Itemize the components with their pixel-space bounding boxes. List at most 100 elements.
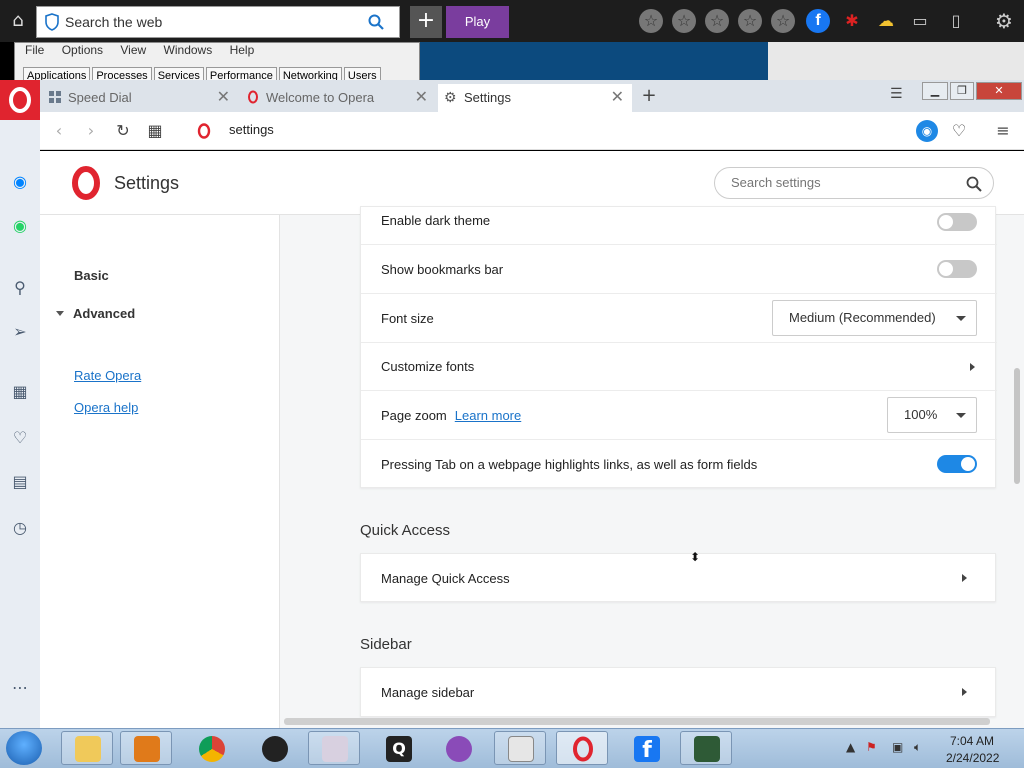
opera-help-link[interactable]: Opera help <box>74 400 138 415</box>
search-settings-input[interactable] <box>731 175 951 190</box>
document-icon <box>508 736 534 762</box>
favorite-star-icon[interactable]: ☆ <box>771 9 795 33</box>
taskbar-media-player[interactable] <box>120 731 172 765</box>
new-tab-button[interactable]: + <box>638 84 660 108</box>
menu-help[interactable]: Help <box>230 43 255 57</box>
flag-icon[interactable]: ⚑ <box>866 740 877 754</box>
opera-icon <box>573 736 593 762</box>
taskbar-explorer[interactable] <box>61 731 113 765</box>
bookmarks-bar-toggle[interactable] <box>937 260 977 278</box>
address-field[interactable]: settings <box>229 122 274 137</box>
manage-quick-access-label: Manage Quick Access <box>381 571 510 586</box>
customize-fonts-label: Customize fonts <box>381 359 475 374</box>
manage-sidebar-label: Manage sidebar <box>381 685 475 700</box>
news-icon[interactable]: ▤ <box>8 470 32 494</box>
nav-basic[interactable]: Basic <box>74 268 109 283</box>
page-title: Settings <box>114 173 180 193</box>
nav-advanced[interactable]: Advanced <box>73 306 135 321</box>
home-icon[interactable]: ⌂ <box>6 9 30 33</box>
settings-menu-icon[interactable]: ≡ <box>992 120 1014 142</box>
font-size-row: Font size Medium (Recommended) <box>361 294 997 343</box>
taskbar-notepad[interactable] <box>494 731 546 765</box>
add-button[interactable]: + <box>410 6 442 38</box>
bookmarks-bar-label: Show bookmarks bar <box>381 262 504 277</box>
gear-icon: ⚙ <box>444 89 457 105</box>
tab-highlight-label: Pressing Tab on a webpage highlights lin… <box>381 457 758 472</box>
forward-icon[interactable]: › <box>80 120 102 142</box>
close-icon[interactable]: ✕ <box>217 84 230 112</box>
taskbar-chrome[interactable] <box>185 731 237 765</box>
taskbar-app[interactable] <box>248 731 300 765</box>
vertical-scrollbar[interactable] <box>1014 368 1020 484</box>
taskbar-facebook[interactable]: f <box>620 731 672 765</box>
tab-speed-dial[interactable]: Speed Dial ✕ <box>42 84 238 112</box>
close-icon[interactable]: ✕ <box>611 84 624 112</box>
weather-icon[interactable]: ☁ <box>874 9 898 33</box>
more-icon[interactable]: ⋯ <box>8 676 32 700</box>
customize-fonts-row[interactable]: Customize fonts <box>361 343 997 391</box>
taskbar-image[interactable] <box>308 731 360 765</box>
folder-icon[interactable]: ▭ <box>908 9 932 33</box>
search-icon[interactable] <box>367 13 385 31</box>
font-size-value: Medium (Recommended) <box>789 310 936 325</box>
maximize-button[interactable]: ❐ <box>950 82 974 100</box>
play-button[interactable]: Play <box>446 6 509 38</box>
horizontal-scrollbar[interactable] <box>284 718 990 725</box>
minimize-button[interactable]: ▁ <box>922 82 948 100</box>
search-settings-box[interactable] <box>714 167 994 199</box>
heart-icon[interactable]: ♡ <box>948 120 970 142</box>
tab-menu-icon[interactable]: ☰ <box>890 86 910 106</box>
trash-icon[interactable]: ▯ <box>944 9 968 33</box>
task-manager-menu: File Options View Windows Help <box>25 43 268 57</box>
quick-access-card[interactable]: Manage Quick Access <box>360 553 996 602</box>
close-window-button[interactable]: ✕ <box>976 82 1022 100</box>
history-icon[interactable]: ◷ <box>8 516 32 540</box>
speed-dial-icon[interactable]: ▦ <box>144 120 166 142</box>
menu-windows[interactable]: Windows <box>164 43 213 57</box>
favorite-star-icon[interactable]: ☆ <box>639 9 663 33</box>
opera-menu-button[interactable] <box>0 80 40 120</box>
clock-date[interactable]: 2/24/2022 <box>946 751 999 765</box>
rate-opera-link[interactable]: Rate Opera <box>74 368 141 383</box>
learn-more-link[interactable]: Learn more <box>455 408 521 423</box>
back-icon[interactable]: ‹ <box>48 120 70 142</box>
taskbar-q-app[interactable]: Q <box>372 731 424 765</box>
favorite-star-icon[interactable]: ☆ <box>738 9 762 33</box>
opera-icon <box>197 123 211 139</box>
speed-dial-icon[interactable]: ▦ <box>8 380 32 404</box>
facebook-icon[interactable]: f <box>806 9 830 33</box>
send-icon[interactable]: ➢ <box>8 320 32 344</box>
page-zoom-select[interactable]: 100% <box>887 397 977 433</box>
gear-icon[interactable]: ⚙ <box>992 9 1016 33</box>
bug-icon[interactable]: ✱ <box>840 9 864 33</box>
tab-settings[interactable]: ⚙ Settings ✕ <box>438 84 632 112</box>
font-size-select[interactable]: Medium (Recommended) <box>772 300 977 336</box>
taskbar-opera[interactable] <box>556 731 608 765</box>
whatsapp-icon[interactable]: ◉ <box>8 214 32 238</box>
network-icon[interactable]: ▣ <box>892 740 903 754</box>
show-hidden-icons[interactable]: ▲ <box>846 740 855 754</box>
taskbar-task-manager[interactable] <box>680 731 732 765</box>
favorite-star-icon[interactable]: ☆ <box>705 9 729 33</box>
search-icon[interactable]: ⚲ <box>8 276 32 300</box>
chevron-right-icon <box>970 363 975 371</box>
web-search-box[interactable]: Search the web <box>36 6 400 38</box>
tab-highlight-toggle[interactable] <box>937 455 977 473</box>
menu-view[interactable]: View <box>120 43 146 57</box>
clock-time[interactable]: 7:04 AM <box>950 734 994 748</box>
search-icon[interactable] <box>965 175 983 193</box>
snapshot-icon[interactable]: ◉ <box>916 120 938 142</box>
volume-icon[interactable]: 🔈︎ <box>914 740 921 755</box>
start-button[interactable] <box>6 731 42 765</box>
heart-icon[interactable]: ♡ <box>8 426 32 450</box>
favorite-star-icon[interactable]: ☆ <box>672 9 696 33</box>
messenger-icon[interactable]: ◉ <box>8 170 32 194</box>
reload-icon[interactable]: ↻ <box>112 120 134 142</box>
close-icon[interactable]: ✕ <box>415 84 428 112</box>
sidebar-card[interactable]: Manage sidebar <box>360 667 996 717</box>
menu-file[interactable]: File <box>25 43 44 57</box>
tab-welcome[interactable]: Welcome to Opera ✕ <box>240 84 436 112</box>
dark-theme-toggle[interactable] <box>937 213 977 231</box>
taskbar-purple-app[interactable] <box>432 731 484 765</box>
menu-options[interactable]: Options <box>62 43 103 57</box>
